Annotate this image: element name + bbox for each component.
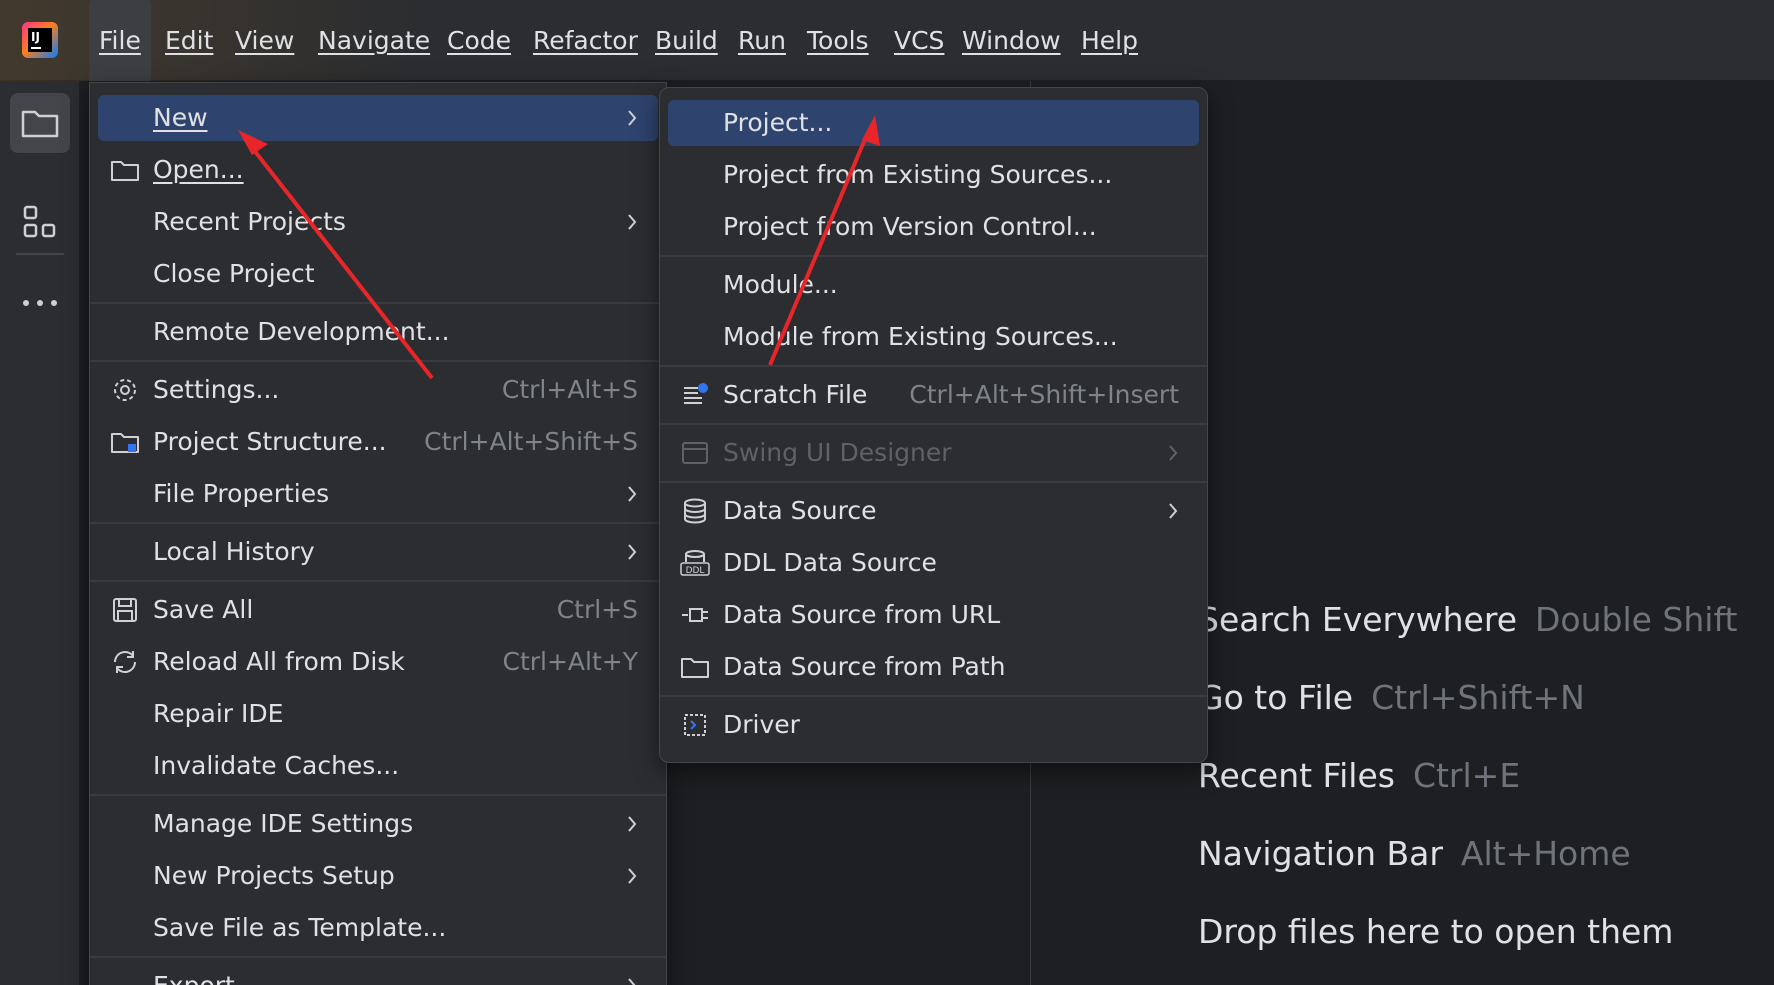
menu-refactor[interactable]: Refactor <box>523 20 648 62</box>
menu-item-local-history[interactable]: Local History <box>98 529 658 575</box>
menu-separator <box>660 481 1207 483</box>
gear-icon <box>114 379 136 401</box>
toolstrip-separator <box>16 253 64 255</box>
new-submenu: Project... Project from Existing Sources… <box>659 87 1208 763</box>
menu-view[interactable]: View <box>225 20 304 62</box>
chevron-right-icon <box>1169 503 1178 519</box>
menu-item-project-from-vcs[interactable]: Project from Version Control... <box>668 204 1199 250</box>
hint-search-everywhere: Search Everywhere Double Shift <box>1198 600 1738 639</box>
menu-item-project-from-existing[interactable]: Project from Existing Sources... <box>668 152 1199 198</box>
save-icon <box>113 598 137 622</box>
menu-item-new-project[interactable]: Project... <box>668 100 1199 146</box>
menu-edit[interactable]: Edit <box>155 20 223 62</box>
chevron-right-icon <box>628 214 637 230</box>
ddl-database-icon: DDL <box>680 550 710 576</box>
intellij-logo-icon[interactable]: IJ <box>22 22 58 58</box>
menu-item-data-source-path[interactable]: Data Source from Path <box>668 644 1199 690</box>
menu-separator <box>660 365 1207 367</box>
file-menu-dropdown: New Open... Recent Projects Close Projec… <box>89 82 667 985</box>
menu-separator <box>90 522 666 524</box>
project-structure-icon <box>111 433 139 453</box>
menu-item-ddl-data-source[interactable]: DDL DDL Data Source <box>668 540 1199 586</box>
menu-item-file-properties[interactable]: File Properties <box>98 471 658 517</box>
folder-icon <box>681 658 709 678</box>
menu-item-settings[interactable]: Settings... Ctrl+Alt+S <box>98 367 658 413</box>
menu-item-save-all[interactable]: Save All Ctrl+S <box>98 587 658 633</box>
hint-go-to-file: Go to File Ctrl+Shift+N <box>1198 678 1585 717</box>
menu-separator <box>90 302 666 304</box>
menu-separator <box>90 794 666 796</box>
menu-help[interactable]: Help <box>1071 20 1148 62</box>
menu-navigate[interactable]: Navigate <box>308 20 440 62</box>
hint-recent-files: Recent Files Ctrl+E <box>1198 756 1521 795</box>
structure-tool-button[interactable] <box>10 193 70 253</box>
folder-icon <box>21 110 59 138</box>
more-icon <box>23 300 57 306</box>
hint-navigation-bar: Navigation Bar Alt+Home <box>1198 834 1631 873</box>
menu-item-module-from-existing[interactable]: Module from Existing Sources... <box>668 314 1199 360</box>
menu-separator <box>90 956 666 958</box>
chevron-right-icon <box>628 816 637 832</box>
chevron-right-icon <box>628 868 637 884</box>
menu-window[interactable]: Window <box>952 20 1071 62</box>
menu-item-project-structure[interactable]: Project Structure... Ctrl+Alt+Shift+S <box>98 419 658 465</box>
menu-item-swing-ui-designer: Swing UI Designer <box>668 430 1199 476</box>
menu-build[interactable]: Build <box>645 20 728 62</box>
menu-item-scratch-file[interactable]: Scratch File Ctrl+Alt+Shift+Insert <box>668 372 1199 418</box>
menu-item-reload-all[interactable]: Reload All from Disk Ctrl+Alt+Y <box>98 639 658 685</box>
menu-item-data-source[interactable]: Data Source <box>668 488 1199 534</box>
structure-icon <box>23 205 56 238</box>
menu-separator <box>90 580 666 582</box>
menu-item-repair-ide[interactable]: Repair IDE <box>98 691 658 737</box>
tool-window-strip <box>0 81 80 985</box>
menu-item-open[interactable]: Open... <box>98 147 658 193</box>
menu-item-export[interactable]: Export <box>98 963 658 985</box>
project-tool-button[interactable] <box>10 93 70 153</box>
menu-item-new-projects-setup[interactable]: New Projects Setup <box>98 853 658 899</box>
menu-item-close-project[interactable]: Close Project <box>98 251 658 297</box>
menu-separator <box>660 695 1207 697</box>
svg-text:DDL: DDL <box>686 566 705 576</box>
menu-item-driver[interactable]: Driver <box>668 702 1199 748</box>
menu-code[interactable]: Code <box>437 20 521 62</box>
menu-item-invalidate-caches[interactable]: Invalidate Caches... <box>98 743 658 789</box>
menu-run[interactable]: Run <box>728 20 796 62</box>
menu-bar: IJ File Edit View Navigate Code Refactor… <box>0 0 1774 81</box>
menu-item-save-as-template[interactable]: Save File as Template... <box>98 905 658 951</box>
database-icon <box>684 498 706 524</box>
plug-icon <box>682 608 708 622</box>
chevron-right-icon <box>628 110 637 126</box>
menu-item-new[interactable]: New <box>98 95 658 141</box>
chevron-right-icon <box>1169 445 1178 461</box>
menu-tools[interactable]: Tools <box>797 20 879 62</box>
scratch-file-icon <box>684 383 708 404</box>
menu-item-data-source-url[interactable]: Data Source from URL <box>668 592 1199 638</box>
chevron-right-icon <box>628 544 637 560</box>
folder-icon <box>111 161 139 181</box>
more-tools-button[interactable] <box>10 273 70 333</box>
menu-item-manage-ide-settings[interactable]: Manage IDE Settings <box>98 801 658 847</box>
menu-separator <box>90 360 666 362</box>
chevron-right-icon <box>628 978 636 985</box>
window-icon <box>682 442 708 464</box>
hint-drop-files: Drop files here to open them <box>1198 912 1674 951</box>
reload-icon <box>114 651 136 673</box>
menu-file[interactable]: File <box>89 0 151 81</box>
chevron-right-icon <box>628 486 637 502</box>
menu-item-recent-projects[interactable]: Recent Projects <box>98 199 658 245</box>
menu-separator <box>660 255 1207 257</box>
menu-item-module[interactable]: Module... <box>668 262 1199 308</box>
menu-vcs[interactable]: VCS <box>884 20 954 62</box>
driver-icon <box>684 714 706 736</box>
menu-separator <box>660 423 1207 425</box>
menu-item-remote-development[interactable]: Remote Development... <box>98 309 658 355</box>
